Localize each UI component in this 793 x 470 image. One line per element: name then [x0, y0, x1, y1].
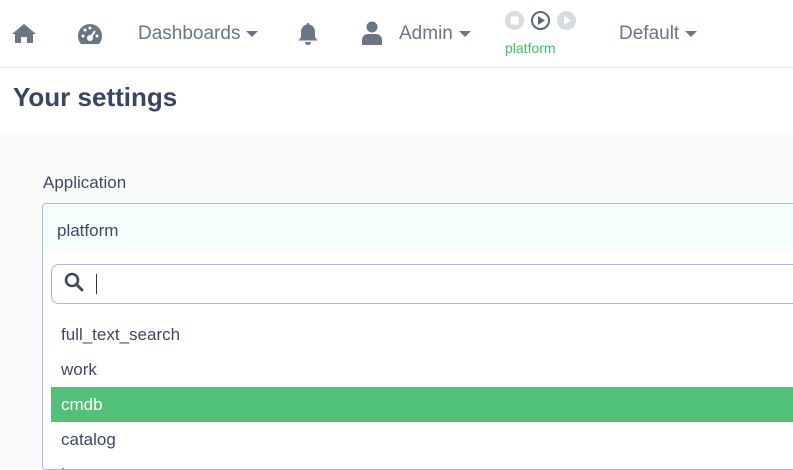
caret-down-icon [458, 31, 471, 37]
caret-down-icon [685, 31, 698, 37]
bell-icon[interactable] [297, 22, 319, 46]
admin-menu[interactable]: Admin [399, 23, 471, 45]
user-icon[interactable] [361, 21, 383, 45]
tachometer-icon[interactable] [76, 22, 104, 46]
stop-icon[interactable] [504, 10, 525, 36]
dashboards-menu[interactable]: Dashboards [138, 23, 259, 45]
play-icon[interactable] [556, 10, 577, 36]
home-icon[interactable] [11, 23, 37, 43]
dashboards-label: Dashboards [138, 23, 241, 44]
search-icon [64, 272, 84, 297]
job-runner: platform [503, 10, 583, 56]
admin-label: Admin [399, 23, 453, 44]
runner-label: platform [505, 40, 556, 56]
top-navbar: Dashboards Admin platform Default [0, 0, 793, 68]
option-full-text-search[interactable]: full_text_search [51, 317, 793, 352]
page-title: Your settings [13, 82, 178, 112]
application-label: Application [43, 173, 127, 192]
text-cursor [96, 274, 97, 294]
option-cmdb[interactable]: cmdb [51, 387, 793, 422]
application-select[interactable]: platform full_text_search work cmdb cata… [42, 203, 793, 470]
options-list: full_text_search work cmdb catalog k [51, 317, 793, 469]
application-select-value[interactable]: platform [43, 204, 793, 251]
default-label: Default [619, 23, 680, 44]
option-k[interactable]: k [51, 457, 793, 469]
search-input[interactable] [105, 268, 759, 300]
option-work[interactable]: work [51, 352, 793, 387]
play-circle-icon[interactable] [530, 10, 551, 36]
caret-down-icon [246, 31, 259, 37]
search-field[interactable] [51, 264, 793, 304]
option-catalog[interactable]: catalog [51, 422, 793, 457]
default-menu[interactable]: Default [619, 23, 698, 45]
